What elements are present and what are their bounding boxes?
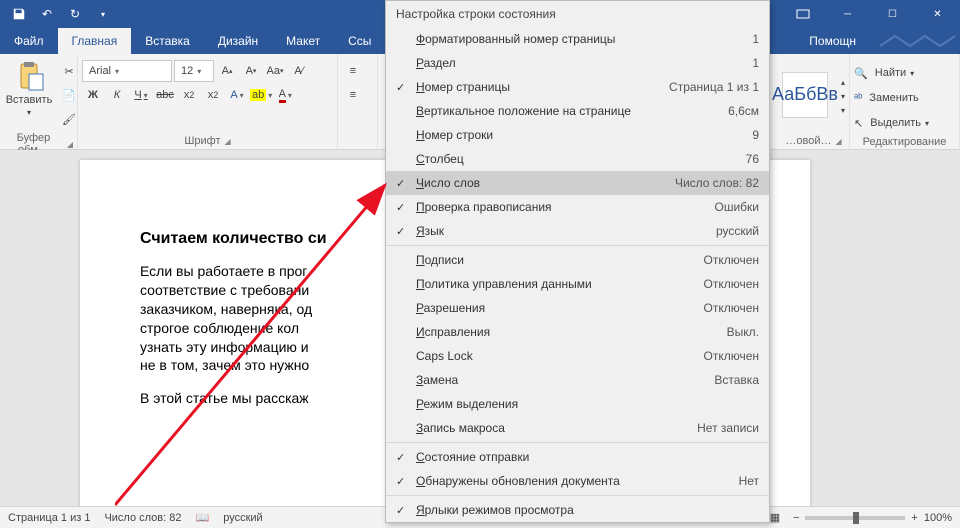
group-clipboard: Вставить ▾ ✂ 📄 🖌 Буфер обм…◢ <box>0 54 78 149</box>
italic-button[interactable]: К <box>106 84 128 106</box>
minimize-button[interactable]: ─ <box>825 0 870 28</box>
status-word-count[interactable]: Число слов: 82 <box>104 512 181 524</box>
zoom-out-button[interactable]: − <box>793 512 799 524</box>
menu-item-11[interactable]: РазрешенияОтключен <box>386 296 769 320</box>
menu-item-3[interactable]: Вертикальное положение на странице6,6см <box>386 99 769 123</box>
ribbon-display-button[interactable] <box>780 0 825 28</box>
shrink-font-button[interactable]: A▾ <box>240 60 262 82</box>
zoom-level[interactable]: 100% <box>924 512 952 524</box>
group-paragraph-partial: ≡ ≡ <box>338 54 378 149</box>
grow-font-button[interactable]: A▴ <box>216 60 238 82</box>
font-size-combo[interactable]: 12 <box>174 60 214 82</box>
subscript-button[interactable]: x2 <box>178 84 200 106</box>
maximize-button[interactable]: ☐ <box>870 0 915 28</box>
zoom-slider[interactable] <box>805 516 905 520</box>
menu-item-2[interactable]: ✓Номер страницыСтраница 1 из 1 <box>386 75 769 99</box>
align-left-button[interactable]: ≡ <box>342 84 364 106</box>
cursor-icon: ↖ <box>854 117 863 130</box>
quick-access-toolbar: ↶ ↻ ▾ <box>0 2 122 26</box>
clipboard-icon <box>13 60 45 92</box>
group-font: Arial 12 A▴ A▾ Aa▾ A⁄ Ж К Ч abc x2 x2 A … <box>78 54 338 149</box>
replace-label: Заменить <box>869 92 918 104</box>
text-effects-button[interactable]: A <box>226 84 248 106</box>
redo-button[interactable]: ↻ <box>62 2 88 26</box>
group-editing-label: Редактирование <box>863 136 947 148</box>
menu-item-9[interactable]: ПодписиОтключен <box>386 248 769 272</box>
status-proofing-icon[interactable]: 📖 <box>196 511 210 524</box>
menu-item-4[interactable]: Номер строки9 <box>386 123 769 147</box>
menu-item-18[interactable]: ✓Обнаружены обновления документаНет <box>386 469 769 493</box>
find-label: Найти <box>875 67 906 79</box>
menu-item-1[interactable]: Раздел1 <box>386 51 769 75</box>
cut-button[interactable]: ✂ <box>58 60 80 82</box>
copy-button[interactable]: 📄 <box>58 84 80 106</box>
highlight-button[interactable]: ab <box>250 84 272 106</box>
zoom-in-button[interactable]: + <box>911 512 917 524</box>
select-button[interactable]: ↖ Выделить▾ <box>854 112 929 134</box>
undo-button[interactable]: ↶ <box>34 2 60 26</box>
window-controls: ─ ☐ ✕ <box>780 0 960 28</box>
clear-formatting-button[interactable]: A⁄ <box>288 60 310 82</box>
save-button[interactable] <box>6 2 32 26</box>
style-tile-text: АаБбВв <box>772 84 838 105</box>
menu-item-17[interactable]: ✓Состояние отправки <box>386 445 769 469</box>
menu-item-15[interactable]: Режим выделения <box>386 392 769 416</box>
tab-insert[interactable]: Вставка <box>131 28 204 54</box>
tab-layout[interactable]: Макет <box>272 28 334 54</box>
select-label: Выделить <box>870 117 921 129</box>
font-dialog-launcher[interactable]: ◢ <box>225 137 231 146</box>
styles-dialog-launcher[interactable]: ◢ <box>835 137 841 146</box>
group-styles-label: …овой… <box>785 135 831 147</box>
menu-item-16[interactable]: Запись макросаНет записи <box>386 416 769 440</box>
menu-item-8[interactable]: ✓Языкрусский <box>386 219 769 243</box>
underline-button[interactable]: Ч <box>130 84 152 106</box>
status-language[interactable]: русский <box>223 512 262 524</box>
font-color-button[interactable]: A <box>274 84 296 106</box>
bullets-button[interactable]: ≡ <box>342 60 364 82</box>
superscript-button[interactable]: x2 <box>202 84 224 106</box>
group-styles-partial: АаБбВв ▴ ▾ ▾ …овой…◢ <box>778 54 850 149</box>
paste-label: Вставить <box>6 94 53 106</box>
clipboard-dialog-launcher[interactable]: ◢ <box>67 140 73 149</box>
menu-item-7[interactable]: ✓Проверка правописанияОшибки <box>386 195 769 219</box>
find-button[interactable]: 🔍 Найти▾ <box>854 62 929 84</box>
menu-item-13[interactable]: Caps LockОтключен <box>386 344 769 368</box>
paste-button[interactable]: Вставить ▾ <box>4 56 54 121</box>
change-case-button[interactable]: Aa▾ <box>264 60 286 82</box>
tab-help[interactable]: Помощн <box>795 28 870 54</box>
format-painter-button[interactable]: 🖌 <box>58 108 80 130</box>
status-page[interactable]: Страница 1 из 1 <box>8 512 90 524</box>
replace-button[interactable]: ᵃᵇ Заменить <box>854 87 929 109</box>
ribbon-logo <box>870 28 960 54</box>
strike-button[interactable]: abc <box>154 84 176 106</box>
menu-item-19[interactable]: ✓Ярлыки режимов просмотра <box>386 498 769 522</box>
qat-customize-button[interactable]: ▾ <box>90 2 116 26</box>
font-name-combo[interactable]: Arial <box>82 60 172 82</box>
statusbar-customize-menu: Настройка строки состояния Форматированн… <box>385 0 770 523</box>
tab-home[interactable]: Главная <box>58 28 132 54</box>
tab-file[interactable]: Файл <box>0 28 58 54</box>
menu-item-5[interactable]: Столбец76 <box>386 147 769 171</box>
menu-item-0[interactable]: Форматированный номер страницы1 <box>386 27 769 51</box>
tab-design[interactable]: Дизайн <box>204 28 272 54</box>
menu-item-6[interactable]: ✓Число словЧисло слов: 82 <box>386 171 769 195</box>
menu-item-12[interactable]: ИсправленияВыкл. <box>386 320 769 344</box>
menu-item-10[interactable]: Политика управления даннымиОтключен <box>386 272 769 296</box>
group-font-label: Шрифт <box>184 135 220 147</box>
style-tile-heading[interactable]: АаБбВв <box>782 72 828 118</box>
tab-references[interactable]: Ссы <box>334 28 385 54</box>
close-button[interactable]: ✕ <box>915 0 960 28</box>
replace-icon: ᵃᵇ <box>854 92 862 104</box>
group-editing: 🔍 Найти▾ ᵃᵇ Заменить ↖ Выделить▾ Редакти… <box>850 54 960 149</box>
bold-button[interactable]: Ж <box>82 84 104 106</box>
search-icon: 🔍 <box>854 67 868 80</box>
menu-item-14[interactable]: ЗаменаВставка <box>386 368 769 392</box>
menu-title: Настройка строки состояния <box>386 1 769 27</box>
